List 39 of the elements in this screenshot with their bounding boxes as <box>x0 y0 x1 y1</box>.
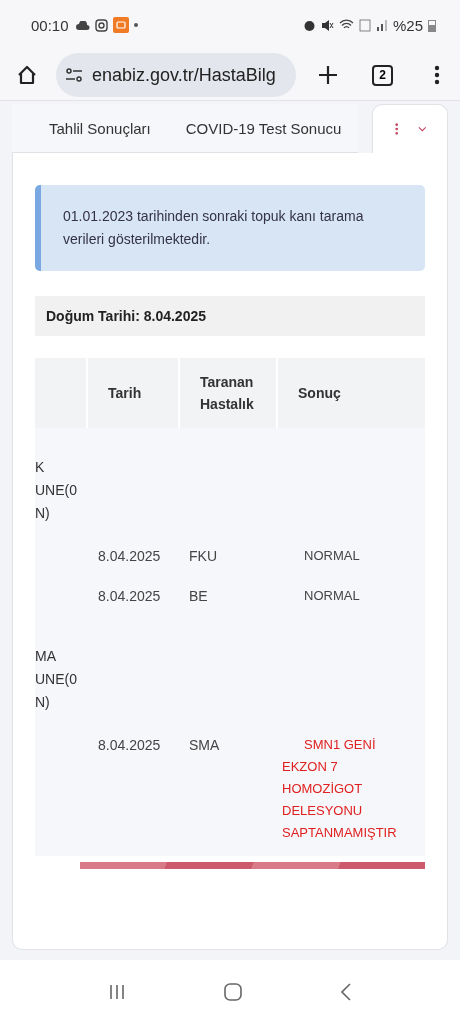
table-cell-text: FKU <box>188 547 218 566</box>
recent-apps-icon[interactable] <box>109 984 126 1000</box>
home-button-icon[interactable] <box>224 983 242 1001</box>
table-cell-text: K UNE(0 N) <box>35 458 78 523</box>
mute-icon <box>320 18 334 32</box>
result-text: NORMAL <box>303 547 361 565</box>
table-cell-text: BE <box>188 587 209 606</box>
url-text: enabiz.gov.tr/HastaBilg <box>92 64 276 86</box>
birth-date-label: Doğum Tarihi: 8.04.2025 <box>35 296 425 336</box>
table-cell-text: 8.04.2025 <box>97 587 162 606</box>
home-icon[interactable] <box>16 64 38 86</box>
signal-icon <box>375 19 388 31</box>
wifi-icon <box>338 19 354 31</box>
address-bar[interactable]: enabiz.gov.tr/HastaBilg <box>56 53 296 97</box>
dot-icon <box>133 23 138 27</box>
chevron-down-icon <box>418 126 427 132</box>
table-header-cell: Taranan Hastalık <box>180 358 276 428</box>
new-tab-icon[interactable] <box>318 65 338 85</box>
scrollbar[interactable] <box>80 862 425 869</box>
table-header-cell: Tarih <box>88 358 178 428</box>
table-header-cell: Sonuç <box>278 358 425 428</box>
table-cell-text: 8.04.2025 <box>97 736 162 755</box>
info-alert: 01.01.2023 tarihinden sonraki topuk kanı tarama verileri gösterilmektedir. <box>35 185 425 271</box>
tab-count-button[interactable]: 2 <box>372 64 393 86</box>
battery-icon <box>428 18 436 32</box>
result-text: SMN1 GENİ EKZON 7 HOMOZİGOT DELESYONU SAPTANMAMIŞTIR <box>282 736 398 842</box>
more-icon <box>395 122 399 136</box>
status-time: 00:10 <box>31 16 69 34</box>
table-cell-text: SMA <box>188 736 221 755</box>
table-cell-text: MA UNE(0 N) <box>35 647 78 712</box>
cloud-icon <box>75 20 90 30</box>
back-icon[interactable] <box>340 983 351 1001</box>
menu-icon[interactable] <box>434 65 440 85</box>
site-settings-icon[interactable] <box>65 68 83 82</box>
battery-level: %25 <box>392 16 423 34</box>
result-text: NORMAL <box>303 587 361 605</box>
table-cell-text: 8.04.2025 <box>97 547 162 566</box>
app-icon <box>112 17 129 33</box>
camera-app-icon <box>94 18 108 32</box>
